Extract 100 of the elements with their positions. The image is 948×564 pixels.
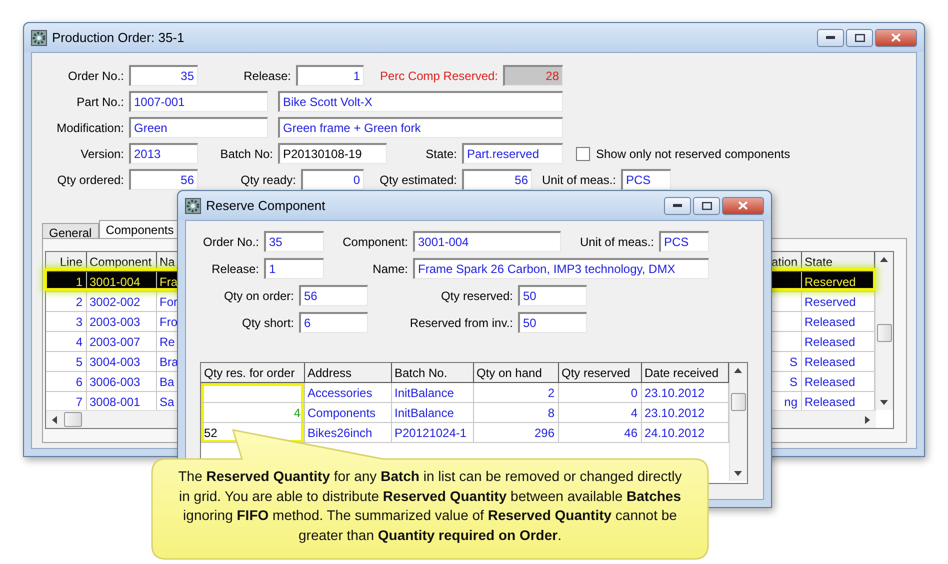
gear-icon	[185, 198, 201, 214]
column-header[interactable]: Qty on hand	[473, 363, 558, 382]
table-cell: 8	[473, 402, 558, 422]
table-cell[interactable]: 4	[201, 402, 304, 422]
column-header[interactable]: Qty res. for order	[201, 363, 304, 382]
text-field[interactable]: 3001-004	[413, 231, 561, 252]
text-field[interactable]: 50	[518, 285, 587, 306]
text-field[interactable]: 1	[264, 258, 324, 279]
checkbox[interactable]	[576, 146, 590, 160]
text-field[interactable]: 50	[518, 312, 587, 333]
maximize-icon	[854, 34, 864, 42]
scrollbar[interactable]	[729, 363, 747, 481]
text-field[interactable]: 35	[129, 65, 198, 86]
table-cell: 2	[473, 382, 558, 402]
field-label: Unit of meas.:	[580, 234, 654, 248]
column-header[interactable]: Qty reserved	[558, 363, 641, 382]
table-cell: Released	[801, 332, 874, 352]
field-label: Qty ordered:	[57, 172, 124, 186]
minimize-button[interactable]	[817, 28, 844, 46]
scroll-right-icon[interactable]	[865, 416, 870, 424]
field-label: Qty ready:	[240, 172, 296, 186]
text-field[interactable]: 56	[299, 285, 368, 306]
field-label: Release:	[244, 68, 291, 82]
field-label: Part No.:	[76, 94, 124, 108]
column-header[interactable]: Date received	[641, 363, 728, 382]
field-label: Qty estimated:	[380, 172, 457, 186]
minimize-button[interactable]	[664, 196, 691, 214]
scrollbar-thumb[interactable]	[731, 393, 746, 411]
table-cell: 3	[46, 312, 86, 332]
text-field[interactable]: PCS	[659, 231, 709, 252]
checkbox-label: Show only not reserved components	[596, 146, 790, 160]
text-field[interactable]: 6	[299, 312, 368, 333]
field-label: State:	[426, 146, 457, 160]
text-field[interactable]: 2013	[129, 143, 198, 164]
maximize-button[interactable]	[846, 28, 873, 46]
table-cell: 4	[558, 402, 641, 422]
field-label: Reserved from inv.:	[410, 316, 513, 330]
column-header[interactable]: Address	[304, 363, 391, 382]
table-cell[interactable]	[201, 382, 304, 402]
table-cell: 46	[558, 422, 641, 442]
text-field[interactable]: 35	[264, 231, 324, 252]
close-icon	[891, 33, 901, 42]
field-label: Qty reserved:	[440, 288, 513, 302]
field-label: Batch No:	[220, 146, 273, 160]
table-cell: 5	[46, 352, 86, 372]
maximize-icon	[702, 202, 712, 210]
table-cell: 4	[46, 332, 86, 352]
text-field[interactable]: 1	[296, 65, 364, 86]
table-cell: 3006-003	[86, 372, 156, 392]
scrollbar-thumb[interactable]	[877, 324, 892, 342]
text-field[interactable]: Green frame + Green fork	[278, 117, 563, 138]
scroll-up-icon[interactable]	[734, 368, 742, 373]
gear-icon	[31, 30, 47, 46]
field-label: Unit of meas.:	[542, 172, 616, 186]
scroll-down-icon[interactable]	[880, 400, 888, 405]
text-field[interactable]: 56	[129, 169, 198, 190]
callout-text: The Reserved Quantity for any Batch in list can be removed or changed directly in grid. You are able to distribute Reserved Quantity between available Batches ignoring FIFO method. The summarized value of Reserved Quantity cannot be greater than Quantity required on Order.	[177, 467, 683, 545]
minimize-icon	[826, 36, 835, 39]
column-header[interactable]: Batch No.	[391, 363, 473, 382]
text-field[interactable]: Bike Scott Volt-X	[278, 91, 563, 112]
field-label: Perc Comp Reserved:	[380, 68, 498, 82]
field-label: Version:	[80, 146, 124, 160]
text-field[interactable]: 56	[462, 169, 532, 190]
close-button[interactable]	[722, 196, 764, 214]
text-field[interactable]: 1007-001	[129, 91, 268, 112]
scroll-down-icon[interactable]	[734, 471, 742, 476]
table-cell: Released	[801, 352, 874, 372]
table-cell: Released	[801, 312, 874, 332]
text-field[interactable]: P20130108-19	[278, 143, 387, 164]
field-label: Component:	[342, 234, 408, 248]
close-button[interactable]	[875, 28, 917, 46]
close-icon	[738, 201, 748, 210]
table-cell: 2	[46, 292, 86, 312]
table-cell: 2003-007	[86, 332, 156, 352]
minimize-icon	[673, 204, 682, 207]
table-cell: InitBalance	[391, 382, 473, 402]
table-cell: 23.10.2012	[641, 402, 728, 422]
window-title: Production Order: 35-1	[52, 30, 186, 45]
table-cell: 23.10.2012	[641, 382, 728, 402]
table-cell: 3004-003	[86, 352, 156, 372]
scrollbar-thumb[interactable]	[64, 412, 82, 427]
field-label: Release:	[212, 262, 259, 276]
field-label: Qty on order:	[224, 288, 294, 302]
text-field[interactable]: Frame Spark 26 Carbon, IMP3 technology, DMX	[413, 258, 709, 279]
table-cell: 6	[46, 372, 86, 392]
table-cell: Accessories	[304, 382, 391, 402]
field-label: Order No.:	[68, 68, 124, 82]
scroll-left-icon[interactable]	[52, 416, 57, 424]
text-field[interactable]: Part.reserved	[462, 143, 563, 164]
field-label: Name:	[372, 262, 408, 276]
scrollbar[interactable]	[875, 252, 893, 410]
text-field[interactable]: PCS	[621, 169, 671, 190]
scroll-up-icon[interactable]	[880, 257, 888, 262]
maximize-button[interactable]	[693, 196, 720, 214]
table-cell: InitBalance	[391, 402, 473, 422]
text-field[interactable]: 0	[301, 169, 364, 190]
table-cell: 2003-003	[86, 312, 156, 332]
field-label: Qty short:	[242, 316, 294, 330]
text-field[interactable]: Green	[129, 117, 268, 138]
tab[interactable]: General	[42, 223, 99, 238]
